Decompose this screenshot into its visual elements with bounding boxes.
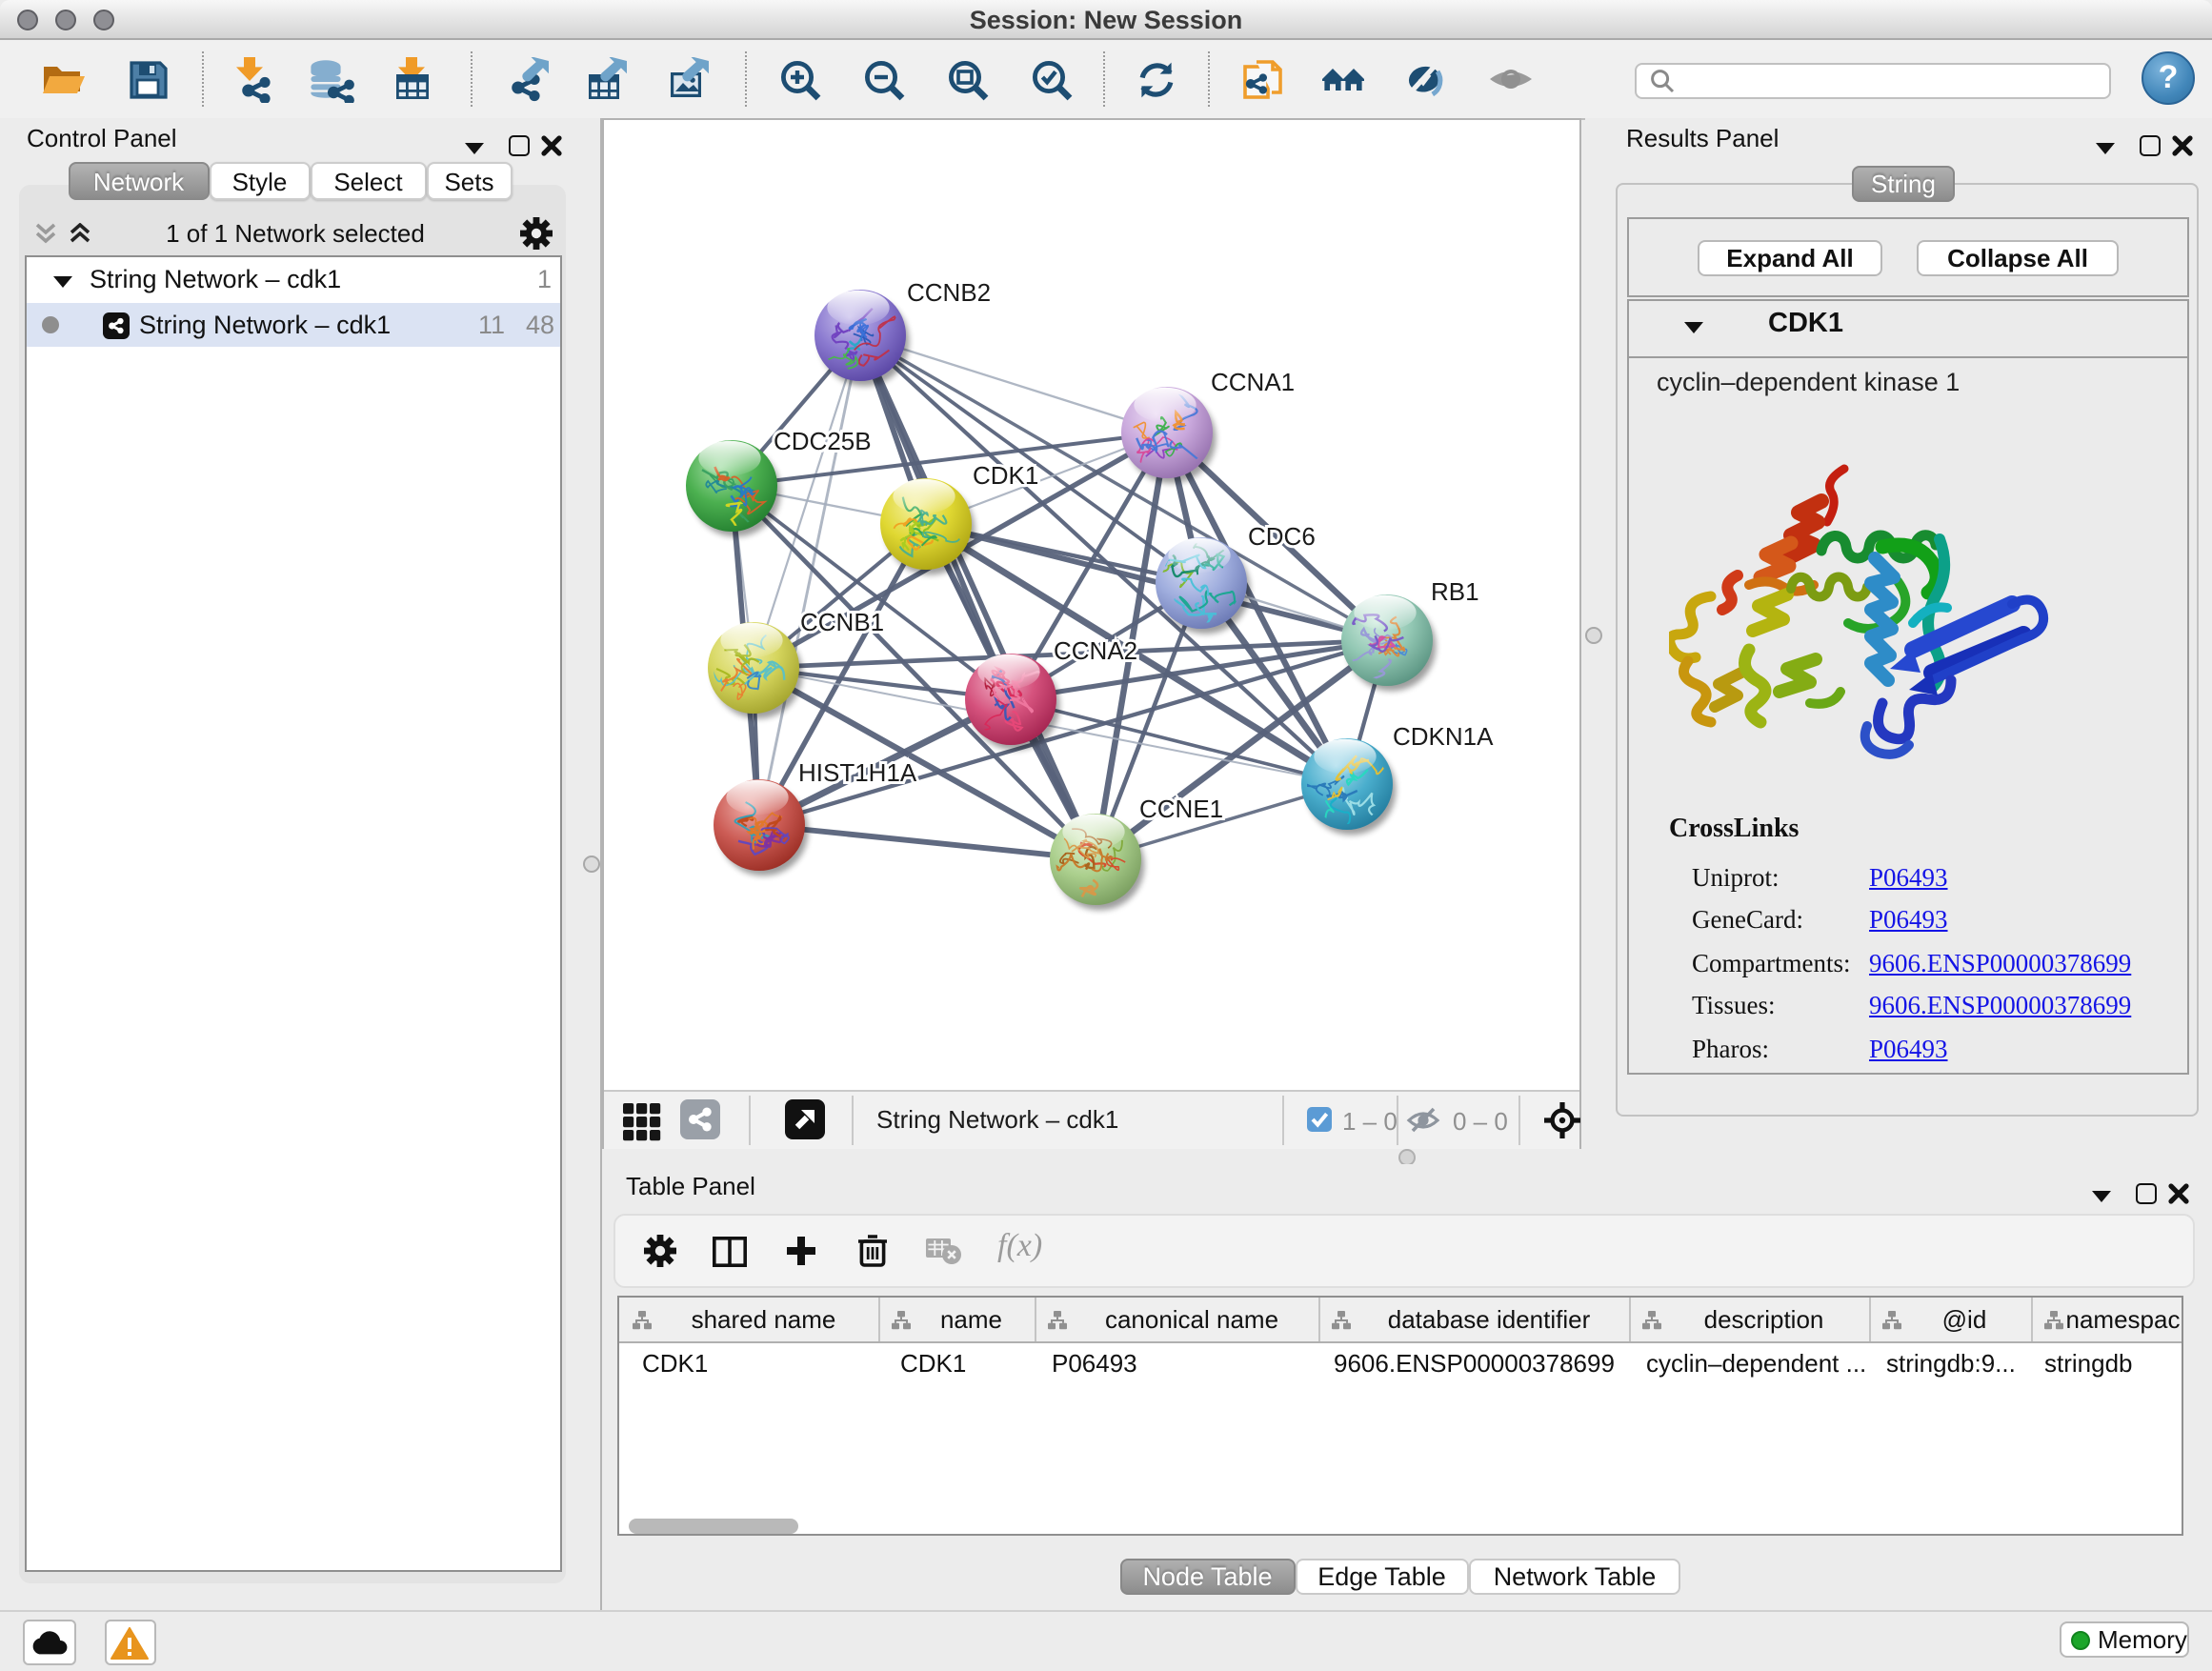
svg-text:CCNA1: CCNA1: [1211, 367, 1295, 395]
svg-text:HIST1H1A: HIST1H1A: [798, 757, 917, 786]
svg-text:CDK1: CDK1: [973, 460, 1038, 489]
svg-text:CDC6: CDC6: [1248, 521, 1316, 550]
svg-text:CCNB1: CCNB1: [800, 607, 884, 635]
svg-text:RB1: RB1: [1431, 576, 1479, 605]
svg-text:CCNA2: CCNA2: [1054, 635, 1137, 664]
svg-text:CCNE1: CCNE1: [1139, 794, 1223, 822]
svg-text:CDC25B: CDC25B: [774, 426, 872, 454]
svg-text:CDKN1A: CDKN1A: [1393, 721, 1494, 750]
svg-text:CCNB2: CCNB2: [907, 277, 991, 306]
